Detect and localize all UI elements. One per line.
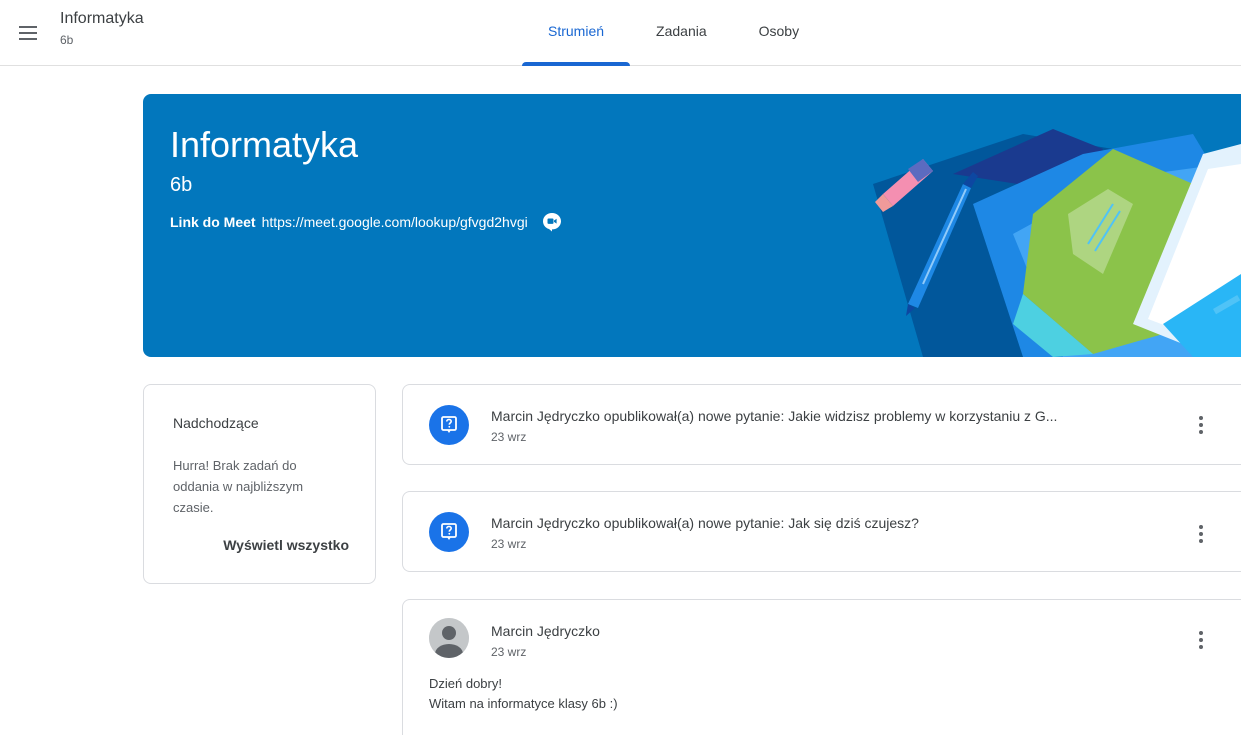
more-options-icon[interactable] xyxy=(1191,628,1211,652)
class-tabs: Strumień Zadania Osoby xyxy=(522,0,825,66)
post-title[interactable]: Marcin Jędryczko opublikował(a) nowe pyt… xyxy=(491,515,1171,531)
question-assignment-icon xyxy=(429,512,469,552)
question-assignment-icon xyxy=(429,405,469,445)
post-body-line: Dzień dobry! xyxy=(429,676,502,691)
meet-link-row: Link do Meet https://meet.google.com/loo… xyxy=(170,212,562,232)
post-author[interactable]: Marcin Jędryczko xyxy=(491,623,1171,639)
post-date: 23 wrz xyxy=(491,430,527,444)
meet-video-icon[interactable] xyxy=(542,212,562,232)
post-title[interactable]: Marcin Jędryczko opublikował(a) nowe pyt… xyxy=(491,408,1171,424)
more-options-icon[interactable] xyxy=(1191,522,1211,546)
backpack-illustration xyxy=(873,129,1241,357)
upcoming-title: Nadchodzące xyxy=(173,415,259,431)
meet-link[interactable]: https://meet.google.com/lookup/gfvgd2hvg… xyxy=(262,214,528,230)
avatar-icon xyxy=(429,618,469,658)
tab-stream[interactable]: Strumień xyxy=(522,0,631,66)
banner-section: 6b xyxy=(170,174,193,196)
stream-post[interactable]: Marcin Jędryczko opublikował(a) nowe pyt… xyxy=(402,491,1241,572)
banner-title: Informatyka xyxy=(170,124,359,165)
tab-people[interactable]: Osoby xyxy=(733,0,825,66)
tab-classwork[interactable]: Zadania xyxy=(630,0,733,66)
post-body-line: Witam na informatyce klasy 6b :) xyxy=(429,696,618,711)
upcoming-card: Nadchodzące Hurra! Brak zadań do oddania… xyxy=(143,384,376,584)
stream-post[interactable]: Marcin Jędryczko opublikował(a) nowe pyt… xyxy=(402,384,1241,465)
main-menu-icon[interactable] xyxy=(14,20,42,48)
class-name[interactable]: Informatyka xyxy=(60,10,144,28)
top-app-bar: Informatyka 6b Strumień Zadania Osoby xyxy=(0,0,1241,66)
stream-post[interactable]: Marcin Jędryczko 23 wrz Dzień dobry! Wit… xyxy=(402,599,1241,735)
meet-label: Link do Meet xyxy=(170,214,256,230)
view-all-button[interactable]: Wyświetl wszystko xyxy=(223,537,349,553)
class-section: 6b xyxy=(60,33,74,47)
class-banner: Informatyka 6b Link do Meet https://meet… xyxy=(143,94,1241,357)
more-options-icon[interactable] xyxy=(1191,413,1211,437)
upcoming-message: Hurra! Brak zadań do oddania w najbliższ… xyxy=(173,458,304,515)
post-date: 23 wrz xyxy=(491,537,527,551)
post-date: 23 wrz xyxy=(491,645,527,659)
